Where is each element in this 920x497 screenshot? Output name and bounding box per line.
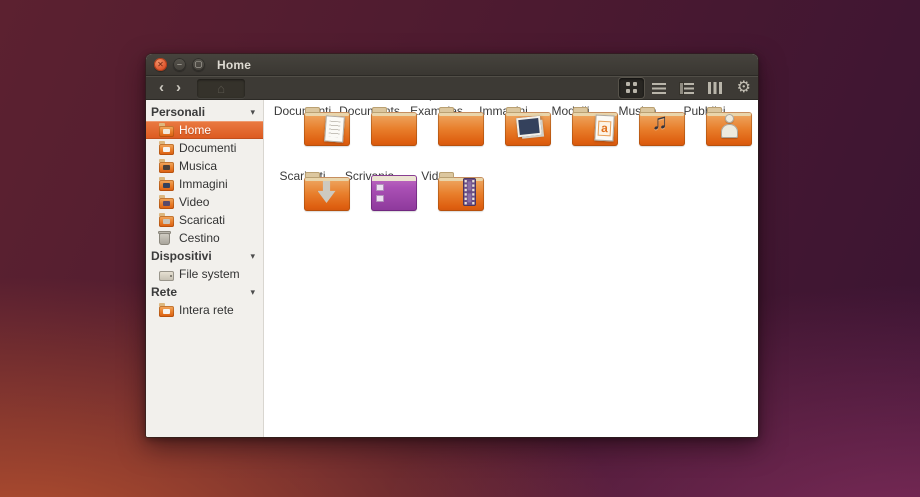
file-item-documenti[interactable]: Documenti [269,104,336,169]
chevron-down-icon: ▾ [250,287,255,298]
minimize-icon: – [177,60,181,68]
file-manager-window: ✕ – ▢ Home ‹ › ⌂ ⚙ Personali ▾ Home Documen… [146,54,758,437]
folder-music-icon [159,162,174,173]
sidebar-item-label: Scaricati [179,213,225,227]
sidebar-item-scaricati[interactable]: Scaricati [146,211,263,229]
column-view-icon [708,82,722,94]
file-item-scaricati[interactable]: Scaricati [269,169,336,234]
view-toggle-group [616,78,728,98]
compact-view-button[interactable] [675,78,700,98]
file-view: DocumentiDocuments➜ExamplesImmaginiaMode… [264,100,758,437]
close-button[interactable]: ✕ [154,58,167,71]
sidebar-item-label: Musica [179,159,217,173]
desktop-wallpaper: ✕ – ▢ Home ‹ › ⌂ ⚙ Personali ▾ Home Documen… [0,0,920,497]
sidebar-item-intera-rete[interactable]: Intera rete [146,301,263,319]
sidebar: Personali ▾ Home Documenti Musica Immagini Vid… [146,100,264,437]
compact-view-icon [680,83,694,94]
chevron-down-icon: ▾ [250,251,255,262]
folder-pictures-icon [159,180,174,191]
section-label: Rete [151,285,177,299]
list-view-button[interactable] [647,78,672,98]
photos-emblem-icon [516,116,542,137]
back-button[interactable]: ‹ [153,78,170,98]
folder-icon [438,177,484,211]
sidebar-item-label: File system [179,267,240,281]
folder-documents-icon [159,144,174,155]
sidebar-item-label: Intera rete [179,303,234,317]
minimize-button[interactable]: – [173,58,186,71]
maximize-button[interactable]: ▢ [192,58,205,71]
sidebar-item-immagini[interactable]: Immagini [146,175,263,193]
sidebar-item-label: Home [179,123,211,137]
sidebar-item-label: Immagini [179,177,228,191]
desktop-icon [371,175,417,211]
titlebar[interactable]: ✕ – ▢ Home [146,54,758,76]
hard-drive-icon [159,271,174,281]
forward-button[interactable]: › [170,78,187,98]
folder-icon [371,112,417,146]
sidebar-item-label: Cestino [179,231,220,245]
sidebar-item-label: Video [179,195,209,209]
window-title: Home [217,58,251,72]
maximize-icon: ▢ [195,60,203,68]
sidebar-section-personali[interactable]: Personali ▾ [146,103,263,121]
chevron-down-icon: ▾ [250,107,255,118]
music-emblem-icon: ♫ [652,111,669,133]
gear-icon[interactable]: ⚙ [737,80,751,96]
sidebar-section-rete[interactable]: Rete ▾ [146,283,263,301]
template-emblem-icon: a [594,115,614,142]
trash-icon [159,233,170,245]
sidebar-item-home[interactable]: Home [146,121,263,139]
sidebar-item-label: Documenti [179,141,236,155]
folder-home-icon [159,126,174,137]
sidebar-section-dispositivi[interactable]: Dispositivi ▾ [146,247,263,265]
folder-video-icon [159,198,174,209]
section-label: Personali [151,105,205,119]
section-label: Dispositivi [151,249,212,263]
home-icon: ⌂ [217,81,225,96]
window-body: Personali ▾ Home Documenti Musica Immagini Vid… [146,100,758,437]
icon-view-button[interactable] [619,78,644,98]
list-view-icon [652,83,666,94]
breadcrumb-home-button[interactable]: ⌂ [197,79,245,98]
link-emblem-icon: ➜ [428,100,437,104]
network-folder-icon [159,306,174,317]
person-emblem-icon [721,114,738,140]
column-view-button[interactable] [703,78,728,98]
sidebar-item-documenti[interactable]: Documenti [146,139,263,157]
sidebar-item-file-system[interactable]: File system [146,265,263,283]
toolbar: ‹ › ⌂ ⚙ [146,76,758,100]
sidebar-item-cestino[interactable]: Cestino [146,229,263,247]
folder-download-icon [159,216,174,227]
sidebar-item-video[interactable]: Video [146,193,263,211]
icon-view-icon [625,82,638,94]
film-emblem-icon [463,178,476,206]
document-emblem-icon [324,115,345,142]
folder-icon [438,112,484,146]
file-grid: DocumentiDocuments➜ExamplesImmaginiaMode… [269,104,749,234]
sidebar-item-musica[interactable]: Musica [146,157,263,175]
